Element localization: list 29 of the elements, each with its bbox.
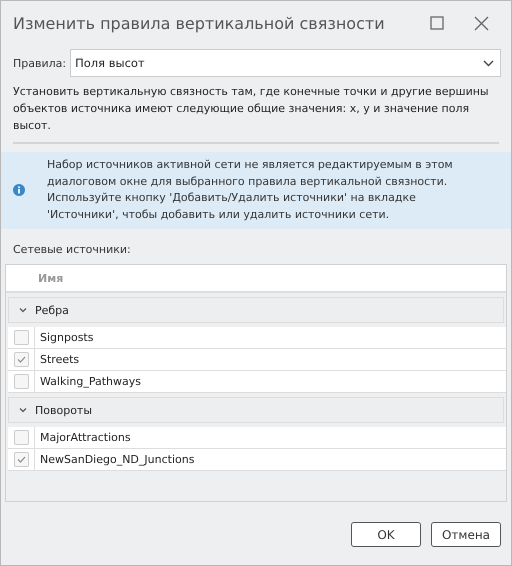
checkbox[interactable] <box>14 452 28 467</box>
ok-button[interactable]: OK <box>351 522 421 547</box>
sources-label: Сетевые источники: <box>13 243 132 256</box>
window-title: Изменить правила вертикальной связности <box>13 14 386 32</box>
checkmark-icon <box>16 356 26 363</box>
checkbox[interactable] <box>14 374 28 389</box>
checkmark-icon <box>16 456 26 463</box>
checkbox[interactable] <box>14 352 28 367</box>
info-icon <box>13 184 25 196</box>
chevron-down-icon <box>19 307 27 313</box>
rules-label: Правила: <box>13 56 66 70</box>
source-name: Walking_Pathways <box>39 375 141 388</box>
chevron-down-icon <box>19 407 27 413</box>
group-row[interactable]: Ребра <box>8 297 504 323</box>
source-name: Signposts <box>39 331 94 344</box>
maximize-icon <box>430 16 444 30</box>
source-name: MajorAttractions <box>39 431 131 444</box>
column-header: Имя <box>6 265 506 293</box>
chevron-down-icon <box>483 60 494 66</box>
group-row[interactable]: Повороты <box>8 397 504 423</box>
cancel-button[interactable]: Отмена <box>431 522 501 547</box>
info-message: Набор источников активной сети не является редактируемым в этом диалоговом окне для выбранного правила вертикальной связности. Используйте кнопку 'Добавить/Удалить источники' на вкладке 'Источники', чтобы добавить или удалить источники сети. <box>47 157 454 222</box>
close-icon <box>474 16 488 30</box>
rules-dropdown[interactable]: Поля высот <box>70 49 501 77</box>
checkbox[interactable] <box>14 430 28 445</box>
source-name: NewSanDiego_ND_Junctions <box>39 453 194 466</box>
rule-description: Установить вертикальную связность там, где конечные точки и другие вершины объектов источника имеют следующие общие значения: x, y и значение поля высот. <box>13 83 499 144</box>
checkbox[interactable] <box>14 330 28 345</box>
source-name: Streets <box>39 353 80 366</box>
